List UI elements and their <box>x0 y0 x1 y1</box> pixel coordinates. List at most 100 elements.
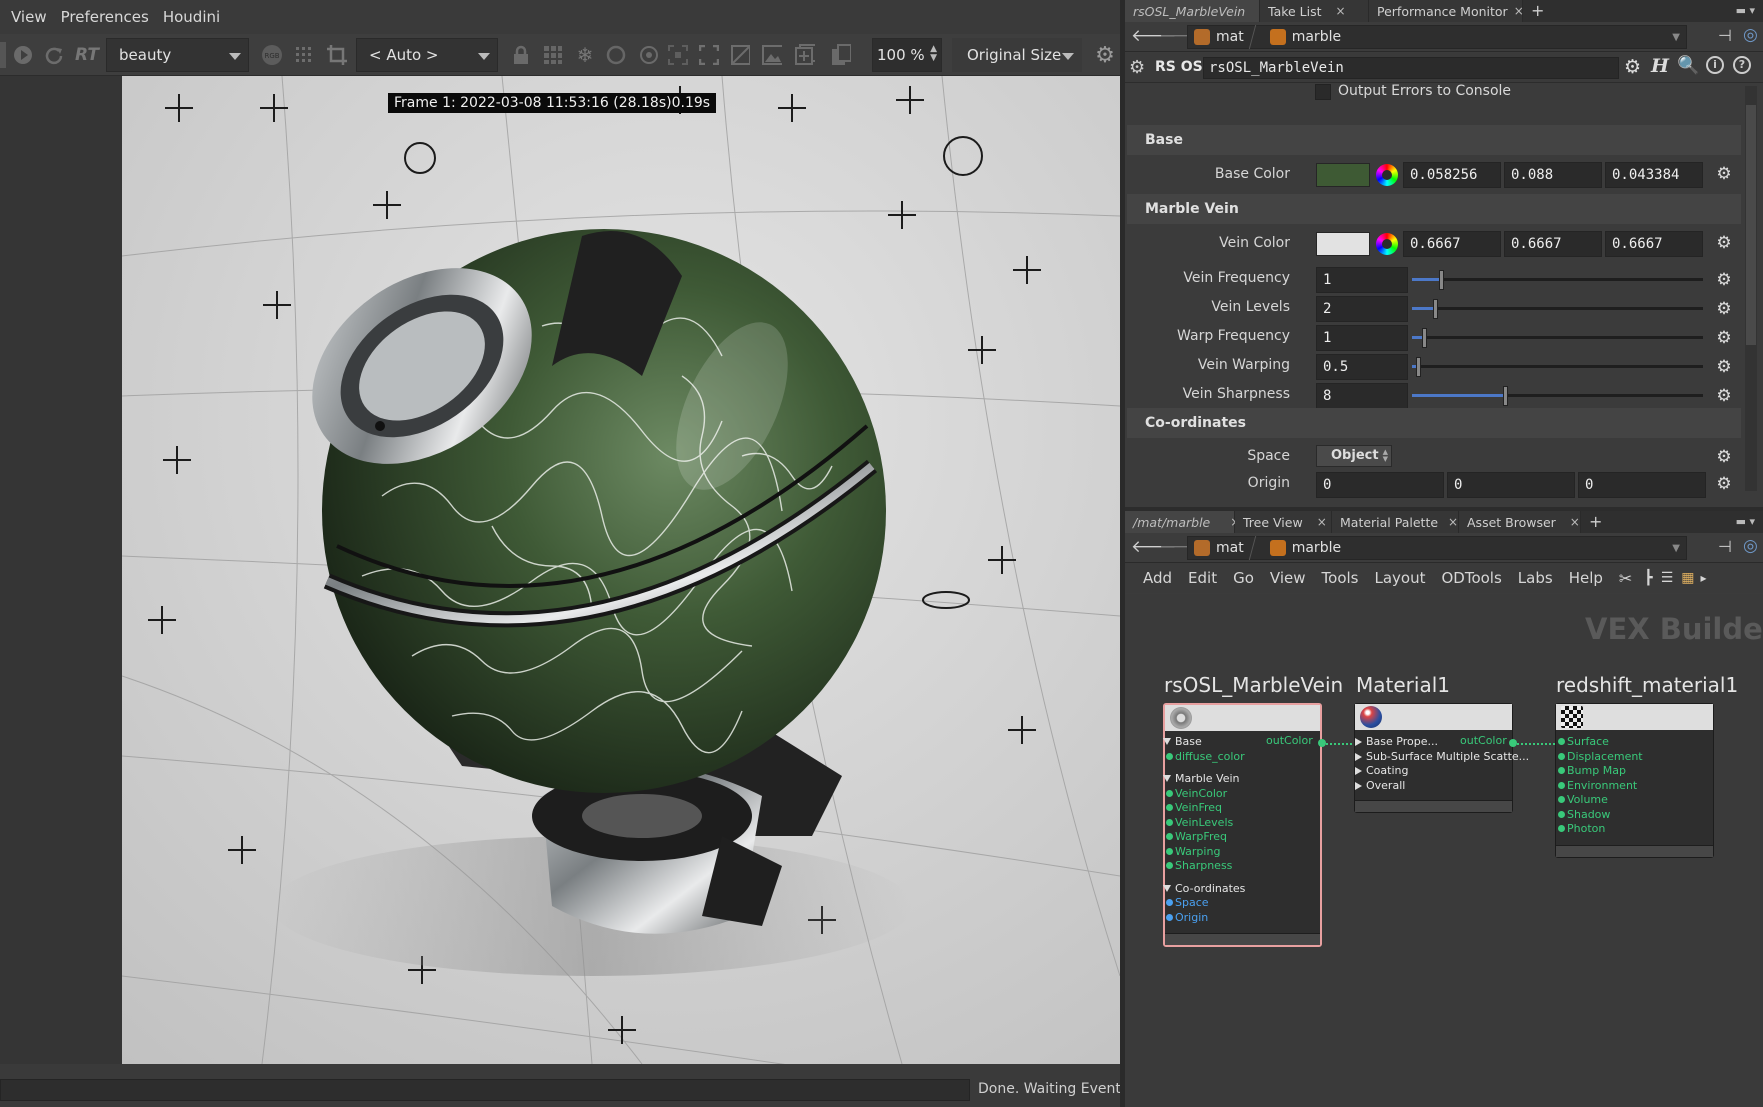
port-dot[interactable] <box>1166 862 1173 869</box>
play-icon[interactable] <box>13 45 33 65</box>
base-color-g-field[interactable]: 0.088 <box>1504 162 1602 188</box>
target-icon[interactable] <box>638 45 658 65</box>
port-group[interactable]: Co-ordinates <box>1162 882 1245 895</box>
tab-rsosl-marblevein[interactable]: rsOSL_MarbleVein× <box>1125 0 1269 22</box>
camera-dropdown[interactable]: < Auto > <box>356 38 498 72</box>
node-name-field[interactable]: rsOSL_MarbleVein <box>1203 57 1619 79</box>
origin-x-field[interactable]: 0 <box>1316 472 1444 498</box>
vein-frequency-slider[interactable] <box>1412 267 1703 293</box>
size-mode-dropdown[interactable]: Original Size <box>952 38 1082 72</box>
search-icon[interactable]: 🔍 <box>1677 55 1699 76</box>
tab-material-palette[interactable]: Material Palette × <box>1332 511 1459 533</box>
vein-color-r-field[interactable]: 0.6667 <box>1403 231 1501 257</box>
info-icon[interactable]: i <box>1706 56 1724 74</box>
origin-z-field[interactable]: 0 <box>1578 472 1706 498</box>
port-group[interactable]: Marble Vein <box>1163 773 1240 785</box>
path-field[interactable]: mat marble ▼ <box>1187 25 1687 49</box>
osl-output-port[interactable] <box>1318 739 1326 747</box>
circle-select-icon[interactable] <box>606 45 626 65</box>
section-base[interactable]: Base <box>1127 125 1741 155</box>
channel-gear-icon[interactable]: ⚙ <box>1715 271 1733 289</box>
menu-preferences[interactable]: Preferences <box>56 8 154 26</box>
base-color-b-field[interactable]: 0.043384 <box>1605 162 1703 188</box>
port-dot[interactable] <box>1166 804 1173 811</box>
tools-wrench-icon[interactable]: ✂ <box>1611 569 1640 588</box>
aov-dropdown[interactable]: beauty <box>106 38 249 72</box>
input-port[interactable]: Origin <box>1166 911 1208 924</box>
render-viewport[interactable]: Frame 1: 2022-03-08 11:53:16 (28.18s)0.1… <box>122 76 1120 1064</box>
menu-houdini[interactable]: Houdini <box>158 8 225 26</box>
gear-icon[interactable]: ⚙ <box>1624 56 1641 78</box>
menu-view[interactable]: View <box>6 8 52 26</box>
menu-help[interactable]: Help <box>1561 569 1611 587</box>
pin-icon[interactable]: ⊣ <box>1718 26 1732 45</box>
menu-layout[interactable]: Layout <box>1366 569 1433 587</box>
menu-edit[interactable]: Edit <box>1180 569 1225 587</box>
base-color-swatch[interactable] <box>1316 163 1370 187</box>
channel-gear-icon[interactable]: ⚙ <box>1715 475 1733 493</box>
bucket-grid-icon[interactable] <box>543 45 563 65</box>
channel-gear-icon[interactable]: ⚙ <box>1715 165 1733 183</box>
add-tab-icon[interactable]: + <box>1581 511 1610 533</box>
close-icon[interactable]: × <box>1448 515 1458 529</box>
pane-menu-icon[interactable]: ▬ ▾ <box>1736 511 1755 533</box>
tab-tree-view[interactable]: Tree View × <box>1235 511 1332 533</box>
base-color-r-field[interactable]: 0.058256 <box>1403 162 1501 188</box>
input-port[interactable]: Photon <box>1558 823 1605 835</box>
vein-frequency-field[interactable]: 1 <box>1316 267 1408 293</box>
channel-gear-icon[interactable]: ⚙ <box>1715 234 1733 252</box>
slider-thumb[interactable] <box>1416 357 1421 377</box>
port-dot[interactable] <box>1558 825 1565 832</box>
pin-icon[interactable]: ⊣ <box>1718 537 1732 556</box>
copy-icon[interactable] <box>831 44 851 65</box>
crumb-mat[interactable]: mat <box>1188 540 1252 556</box>
input-port[interactable]: Warping <box>1166 845 1220 858</box>
chevron-down-icon[interactable]: ▼ <box>1672 543 1680 554</box>
port-dot[interactable] <box>1166 833 1173 840</box>
node-gear-icon[interactable]: ⚙ <box>1129 57 1145 78</box>
vein-color-swatch[interactable] <box>1316 232 1370 256</box>
path-field[interactable]: mat marble ▼ <box>1187 536 1687 560</box>
input-port[interactable]: WarpFreq <box>1166 831 1227 843</box>
vein-sharpness-field[interactable]: 8 <box>1316 383 1408 409</box>
channel-gear-icon[interactable]: ⚙ <box>1715 329 1733 347</box>
menu-labs[interactable]: Labs <box>1510 569 1561 587</box>
close-icon[interactable]: × <box>1317 515 1327 529</box>
scrollbar-thumb[interactable] <box>1746 105 1756 345</box>
port-group[interactable]: Overall <box>1354 779 1405 792</box>
menu-go[interactable]: Go <box>1225 569 1262 587</box>
menu-odtools[interactable]: ODTools <box>1433 569 1509 587</box>
port-dot[interactable] <box>1166 913 1173 921</box>
tab-take-list[interactable]: Take List × <box>1260 0 1369 22</box>
input-port[interactable]: Volume <box>1558 794 1608 806</box>
port-group[interactable]: Sub-Surface Multiple Scatte... <box>1354 750 1529 763</box>
menu-add[interactable]: Add <box>1135 569 1180 587</box>
link-icon[interactable]: ◎ <box>1743 536 1758 556</box>
grid-view-icon[interactable]: ▦ <box>1677 570 1698 586</box>
slider-thumb[interactable] <box>1439 270 1444 290</box>
tab-mat-marble[interactable]: /mat/marble× <box>1125 511 1240 533</box>
port-dot[interactable] <box>1166 752 1173 760</box>
grid-dots-icon[interactable] <box>294 45 314 65</box>
region-icon[interactable] <box>668 45 688 65</box>
material-output-port[interactable] <box>1509 739 1517 747</box>
port-dot[interactable] <box>1558 781 1565 789</box>
zoom-field[interactable]: 100 % ▲ ▼ <box>872 38 942 72</box>
channel-gear-icon[interactable]: ⚙ <box>1715 300 1733 318</box>
chevron-down-icon[interactable]: ▼ <box>1672 32 1680 43</box>
add-tab-icon[interactable]: + <box>1523 0 1552 22</box>
input-port[interactable]: diffuse_color <box>1166 750 1245 763</box>
input-port[interactable]: Surface <box>1558 736 1609 748</box>
input-port[interactable]: Shadow <box>1558 808 1610 821</box>
freeze-icon[interactable]: ❄ <box>575 43 595 67</box>
warp-frequency-field[interactable]: 1 <box>1316 325 1408 351</box>
help-h-icon[interactable]: H <box>1651 55 1669 77</box>
zoom-stepper-icon[interactable]: ▲ ▼ <box>930 45 937 63</box>
channel-gear-icon[interactable]: ⚙ <box>1715 448 1733 466</box>
port-group[interactable]: Coating <box>1354 765 1408 777</box>
compare-icon[interactable] <box>730 45 750 65</box>
channel-gear-icon[interactable]: ⚙ <box>1715 358 1733 376</box>
color-wheel-icon[interactable] <box>1376 164 1398 186</box>
help-icon[interactable]: ? <box>1733 56 1751 74</box>
crumb-mat[interactable]: mat <box>1188 29 1252 45</box>
